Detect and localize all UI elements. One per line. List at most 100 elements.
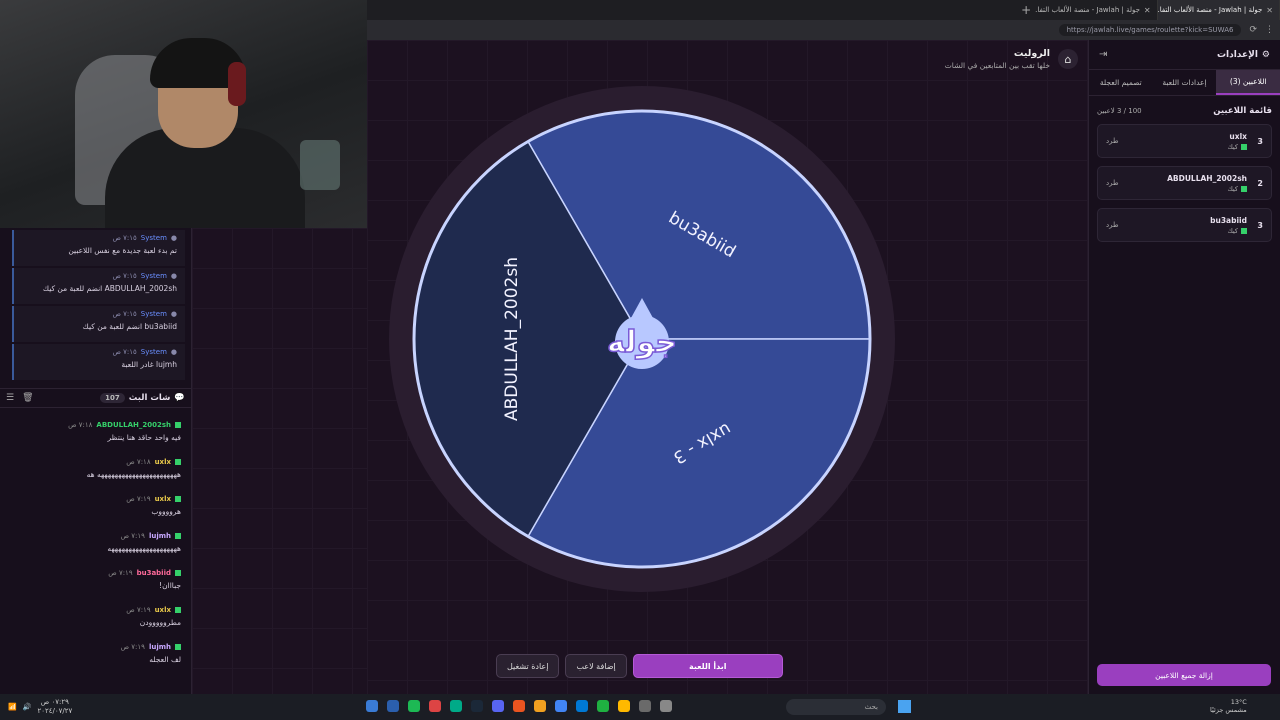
discord-icon[interactable] (492, 700, 504, 712)
add-player-button[interactable]: إضافة لاعب (565, 654, 627, 678)
player-platform: كيك (1167, 185, 1247, 193)
volume-icon[interactable]: 🔊 (23, 703, 32, 711)
menu-icon[interactable]: ⋮ (1265, 25, 1274, 35)
browser-tab[interactable]: ✕ جولة | Jawlah - منصة الألعاب التفا... (1035, 0, 1158, 20)
brave-icon[interactable] (534, 700, 546, 712)
spotify-icon[interactable] (408, 700, 420, 712)
steam-icon[interactable] (471, 700, 483, 712)
chat-message: bu3abiid ٧:١٩ ص جبااان! (0, 566, 191, 603)
taskbar-search[interactable]: بحث (786, 699, 886, 715)
store-icon[interactable] (366, 700, 378, 712)
kick-badge-icon (175, 570, 181, 576)
edge-icon[interactable] (576, 700, 588, 712)
new-tab-button[interactable]: + (1017, 3, 1035, 17)
message-text: جبااان! (159, 581, 181, 590)
player-row: 2 ABDULLAH_2002sh كيك طرد (1097, 166, 1272, 200)
kick-badge-icon (175, 644, 181, 650)
settings-tabs: اللاعبين (3) إعدادات اللعبة تصميم العجلة (1089, 70, 1280, 96)
explorer-icon[interactable] (618, 700, 630, 712)
message-text: ABDULLAH_2002sh انضم للعبة من كيك (42, 284, 177, 293)
player-number: 3 (1257, 220, 1263, 230)
roulette-wheel[interactable]: bu3abiiduxlx - 3ABDULLAH_2002sh جوله (387, 84, 897, 594)
xbox-icon[interactable] (597, 700, 609, 712)
message-author: System (140, 272, 167, 280)
left-chat-panel: ● System ٧:١٥ ص تم بدء لعبة جديدة مع نفس ا… (0, 228, 192, 694)
message-text: bu3abiid انضم للعبة من كيك (82, 322, 177, 331)
message-author: uxlx (154, 495, 171, 503)
clock-date: ٢٠٢٤/٠٧/٢٧ (37, 707, 73, 715)
browser-tab-label: جولة | Jawlah - منصة الألعاب التفا... (1035, 6, 1140, 14)
browser-tabbar: + ✕ جولة | Jawlah - منصة الألعاب التفا..… (367, 0, 1280, 20)
browser-tab-active[interactable]: ✕ جولة | Jawlah - منصة الألعاب التفا... (1157, 0, 1280, 20)
player-info: bu3abiid كيك (1210, 216, 1247, 235)
info-icon: ● (170, 234, 177, 242)
chat-message: uxlx ٧:١٨ ص هههههههههههههههههههههههه هه (0, 455, 191, 492)
remove-all-players-button[interactable]: إزالة جميع اللاعبين (1097, 664, 1271, 686)
teams-icon[interactable] (450, 700, 462, 712)
player-name: uxlx (1229, 131, 1247, 141)
settings-title: ⚙ الإعدادات (1217, 50, 1270, 60)
message-time: ٧:١٩ ص (120, 643, 145, 651)
page-subtitle: خلها تقب بين المتابعين في الشات (944, 61, 1050, 70)
players-count: 100 / 3 لاعبين (1097, 107, 1142, 115)
message-author: bu3abiid (136, 569, 171, 577)
kick-badge-icon (175, 422, 181, 428)
windows-start-icon[interactable] (898, 700, 911, 713)
settings-title-text: الإعدادات (1216, 49, 1258, 60)
close-icon[interactable]: ✕ (1266, 6, 1273, 15)
players-list-title: قائمة اللاعبين (1213, 106, 1272, 116)
reload-icon[interactable]: ⟳ (1249, 25, 1257, 35)
settings-panel: ⚙ الإعدادات ⇥ اللاعبين (3) إعدادات اللعب… (1088, 40, 1280, 694)
list-icon[interactable]: ☰ (6, 393, 14, 403)
obs-icon[interactable] (429, 700, 441, 712)
info-icon: ● (170, 272, 177, 280)
notepad-icon[interactable] (639, 700, 651, 712)
wifi-icon[interactable]: 📶 (8, 703, 17, 711)
kick-player-button[interactable]: طرد (1106, 179, 1119, 187)
message-author: lujmh (148, 532, 171, 540)
chat-message-list: ABDULLAH_2002sh ٧:١٨ ص فيه واحد حاقد هنا ي… (0, 418, 191, 677)
taskbar-search-label: بحث (864, 703, 878, 711)
firefox-icon[interactable] (513, 700, 525, 712)
chrome-icon[interactable] (555, 700, 567, 712)
player-row: 3 uxlx كيك طرد (1097, 124, 1272, 158)
clock[interactable]: ٠٧:٢٩ ص ٢٠٢٤/٠٧/٢٧ (37, 698, 72, 716)
trash-icon[interactable]: 🗑 (22, 393, 33, 403)
restart-button[interactable]: إعادة تشغيل (496, 654, 560, 678)
message-author: lujmh (148, 643, 171, 651)
chat-message: uxlx ٧:١٩ ص مطرووووودن (0, 603, 191, 640)
kick-badge-icon (1241, 143, 1247, 150)
page-header: ⌂ الروليت خلها تقب بين المتابعين في الشا… (945, 48, 1078, 70)
weather-widget[interactable]: 13°C مشمس جزئيًا (1210, 698, 1247, 714)
player-platform: كيك (1227, 143, 1247, 151)
player-info: ABDULLAH_2002sh كيك (1167, 174, 1247, 193)
taskbar-apps (366, 700, 672, 712)
chat-title-text: شات البث (128, 393, 171, 403)
player-platform-label: كيك (1227, 226, 1238, 235)
player-row: 3 bu3abiid كيك طرد (1097, 208, 1272, 242)
message-text: مطرووووودن (139, 618, 181, 627)
tab-wheel-design[interactable]: تصميم العجلة (1089, 70, 1153, 95)
kick-badge-icon (175, 533, 181, 539)
home-button[interactable]: ⌂ (1058, 49, 1078, 69)
chat-message: lujmh ٧:١٩ ص لف العجله (0, 640, 191, 677)
mail-icon[interactable] (387, 700, 399, 712)
tab-players[interactable]: اللاعبين (3) (1216, 70, 1280, 95)
webcam-feed (0, 0, 367, 228)
widgets-icon[interactable] (660, 700, 672, 712)
kick-player-button[interactable]: طرد (1106, 221, 1119, 229)
chat-message: ABDULLAH_2002sh ٧:١٨ ص فيه واحد حاقد هنا ي… (0, 418, 191, 455)
info-icon: ● (170, 348, 177, 356)
start-game-button[interactable]: ابدأ اللعبة (632, 654, 783, 678)
collapse-panel-icon[interactable]: ⇥ (1099, 49, 1107, 60)
message-text: تم بدء لعبة جديدة مع نفس اللاعبين (68, 246, 177, 255)
desk-item (300, 140, 340, 190)
game-stage: ⌂ الروليت خلها تقب بين المتابعين في الشا… (367, 40, 1088, 694)
game-controls: إعادة تشغيل إضافة لاعب ابدأ اللعبة (496, 654, 783, 678)
gear-icon: ⚙ (1261, 49, 1270, 60)
tab-game-settings[interactable]: إعدادات اللعبة (1153, 70, 1217, 95)
kick-player-button[interactable]: طرد (1106, 137, 1119, 145)
close-icon[interactable]: ✕ (1144, 6, 1151, 15)
url-field[interactable]: https://jawlah.live/games/roulette?kick=… (1058, 24, 1242, 36)
player-number: 3 (1257, 136, 1263, 146)
